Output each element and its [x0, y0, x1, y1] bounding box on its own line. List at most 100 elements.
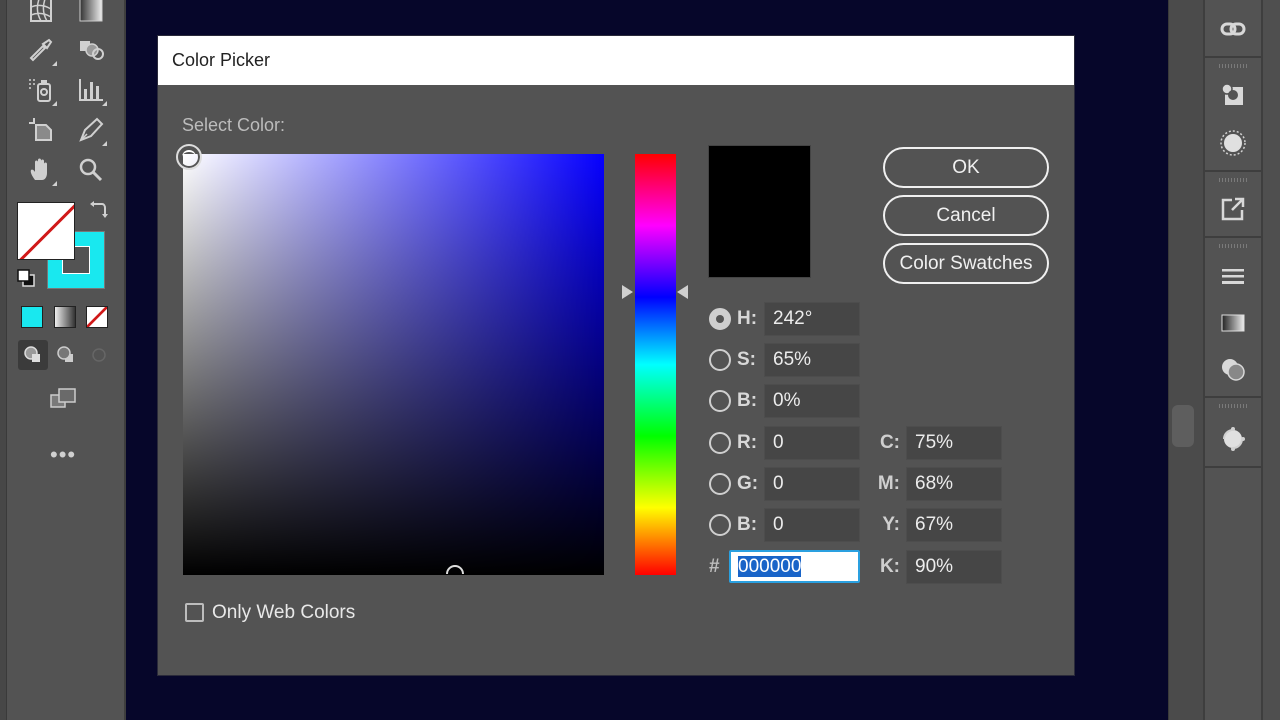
panel-group-appearance	[1205, 58, 1261, 172]
saturation-label: S:	[737, 349, 756, 370]
dialog-titlebar[interactable]: Color Picker	[158, 36, 1074, 85]
green-row: G: 0	[709, 467, 860, 501]
zoom-icon	[79, 158, 103, 182]
right-panel-edge	[1263, 0, 1280, 720]
none-mode-button[interactable]	[86, 306, 108, 328]
brushes-icon[interactable]	[1218, 128, 1248, 158]
screen-mode-icon	[50, 388, 76, 408]
hex-input-selected-text: 000000	[738, 556, 802, 577]
brightness-input[interactable]: 0%	[764, 384, 860, 418]
gradient-tool[interactable]	[74, 0, 108, 28]
panel-grip[interactable]	[1219, 178, 1247, 182]
hue-slider-handle-left[interactable]	[622, 285, 633, 300]
flyout-indicator	[52, 101, 57, 106]
only-web-colors-label[interactable]: Only Web Colors	[212, 602, 355, 624]
swap-fill-stroke-icon[interactable]	[88, 198, 110, 220]
draw-inside-button[interactable]	[84, 340, 114, 370]
fill-swatch-none[interactable]	[17, 202, 75, 260]
hex-input[interactable]: 000000	[729, 550, 860, 583]
tools-panel-edge	[0, 0, 7, 720]
hue-label: H:	[737, 308, 758, 329]
panel-grip[interactable]	[1219, 404, 1247, 408]
hue-row: H: 242°	[709, 302, 860, 336]
collapsed-panels-dock	[1203, 0, 1263, 720]
green-radio[interactable]	[709, 473, 731, 495]
default-fill-stroke-icon[interactable]	[16, 268, 36, 288]
drawing-modes	[18, 340, 114, 370]
blue-label: B:	[737, 514, 758, 535]
color-guide-icon[interactable]	[1218, 424, 1248, 454]
green-label: G:	[737, 473, 759, 494]
draw-normal-button[interactable]	[18, 340, 48, 370]
color-swatches-button[interactable]: Color Swatches	[883, 243, 1049, 284]
red-radio[interactable]	[709, 432, 731, 454]
column-graph-tool[interactable]	[74, 73, 108, 107]
hex-label: #	[709, 556, 720, 577]
flyout-indicator	[102, 141, 107, 146]
mesh-tool[interactable]	[24, 0, 58, 28]
shape-builder-icon	[80, 41, 104, 60]
blue-radio[interactable]	[709, 514, 731, 536]
hand-icon	[30, 158, 47, 180]
yellow-input[interactable]: 67%	[906, 508, 1002, 542]
panel-group-color-guide	[1205, 398, 1261, 468]
appearance-icon[interactable]	[1218, 80, 1248, 110]
blue-input[interactable]: 0	[764, 508, 860, 542]
magenta-input[interactable]: 68%	[906, 467, 1002, 501]
pencil-icon	[79, 117, 104, 142]
color-mode-button[interactable]	[21, 306, 43, 328]
zoom-tool[interactable]	[74, 153, 108, 187]
saturation-input[interactable]: 65%	[764, 343, 860, 377]
artboard-tool[interactable]	[24, 113, 58, 147]
gradient-panel-icon[interactable]	[1218, 308, 1248, 338]
more-tools-icon[interactable]: •••	[50, 442, 76, 468]
yellow-label: Y:	[882, 514, 900, 535]
column-graph-icon	[79, 79, 103, 101]
saturation-brightness-field[interactable]	[183, 154, 604, 575]
links-icon[interactable]	[1218, 14, 1248, 44]
hue-input[interactable]: 242°	[764, 302, 860, 336]
symbol-sprayer-tool[interactable]	[24, 73, 58, 107]
red-input[interactable]: 0	[764, 426, 860, 460]
magenta-label: M:	[877, 473, 900, 494]
shape-builder-tool[interactable]	[74, 33, 108, 67]
hue-slider[interactable]	[635, 154, 676, 575]
color-field-marker[interactable]	[176, 144, 202, 170]
draw-behind-button[interactable]	[51, 340, 81, 370]
none-icon	[87, 307, 107, 327]
artboard-icon	[29, 118, 52, 141]
eyedropper-tool[interactable]	[24, 33, 58, 67]
change-screen-mode-button[interactable]	[46, 382, 80, 416]
saturation-row: S: 65%	[709, 343, 860, 377]
brightness-label: B:	[737, 390, 758, 411]
gradient-mode-button[interactable]	[54, 306, 76, 328]
ok-button[interactable]: OK	[883, 147, 1049, 188]
saturation-radio[interactable]	[709, 349, 731, 371]
panel-group-links	[1205, 0, 1261, 58]
dialog-title: Color Picker	[172, 50, 271, 70]
hue-slider-handle-right[interactable]	[677, 285, 688, 300]
transparency-icon[interactable]	[1218, 354, 1248, 384]
color-preview-swatch	[708, 145, 811, 278]
only-web-colors-checkbox[interactable]	[185, 603, 204, 622]
black-input[interactable]: 90%	[906, 550, 1002, 584]
panel-grip[interactable]	[1219, 244, 1247, 248]
brightness-radio[interactable]	[709, 390, 731, 412]
right-gutter	[1168, 0, 1204, 720]
hand-tool[interactable]	[24, 153, 58, 187]
right-scrollbar-thumb[interactable]	[1172, 405, 1194, 447]
brightness-row: B: 0%	[709, 384, 860, 418]
select-color-label: Select Color:	[182, 115, 286, 135]
align-icon[interactable]	[1218, 262, 1248, 292]
red-label: R:	[737, 432, 758, 453]
export-icon[interactable]	[1218, 194, 1248, 224]
cancel-button[interactable]: Cancel	[883, 195, 1049, 236]
green-input[interactable]: 0	[764, 467, 860, 501]
panel-group-properties	[1205, 238, 1261, 398]
blue-row: B: 0	[709, 508, 860, 542]
panel-grip[interactable]	[1219, 64, 1247, 68]
symbol-sprayer-icon	[29, 79, 51, 102]
cyan-input[interactable]: 75%	[906, 426, 1002, 460]
hue-radio[interactable]	[709, 308, 731, 330]
pencil-tool[interactable]	[74, 113, 108, 147]
